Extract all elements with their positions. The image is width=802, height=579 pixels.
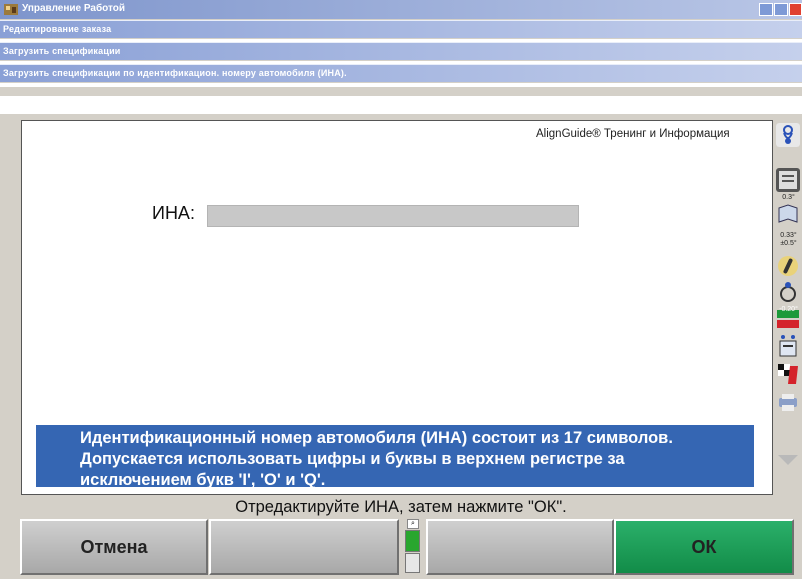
side-value-3: -0.20° xyxy=(779,306,798,313)
printer-icon[interactable] xyxy=(776,390,800,414)
breadcrumb-level-3[interactable]: Загрузить спецификации по идентификацион… xyxy=(0,64,802,82)
breadcrumb-divider xyxy=(0,83,802,87)
camber-adjust-icon[interactable] xyxy=(776,254,800,278)
side-toolbar-scroll-down-icon[interactable] xyxy=(778,455,798,465)
side-toolbar: 0.3° 0.33° ±0.5° -0.20° xyxy=(775,120,802,465)
report-print-icon[interactable] xyxy=(776,334,800,358)
breadcrumb-label: Загрузить спецификации xyxy=(3,46,121,56)
softkey-3-button[interactable] xyxy=(426,519,614,575)
help-link[interactable]: AlignGuide® Тренинг и Информация xyxy=(536,128,730,140)
window-title: Управление Работой xyxy=(22,3,126,14)
info-text: Идентификационный номер автомобиля (ИНА)… xyxy=(80,429,673,489)
status-text: Отредактируйте ИНА, затем нажмите "ОК". xyxy=(235,498,567,516)
breadcrumb-level-2[interactable]: Загрузить спецификации xyxy=(0,42,802,60)
wheel-sensor-icon[interactable] xyxy=(776,280,800,304)
close-icon[interactable] xyxy=(789,3,802,16)
ok-button[interactable]: ОК xyxy=(614,519,794,575)
window-titlebar: Управление Работой xyxy=(0,0,802,19)
cancel-button[interactable]: Отмена xyxy=(20,519,208,575)
side-value-1: 0.3° xyxy=(782,194,795,201)
page-indicator-inactive xyxy=(405,553,420,573)
side-value-2a: 0.33° xyxy=(780,232,797,239)
help-stethoscope-icon[interactable] xyxy=(776,123,800,147)
book-icon[interactable] xyxy=(776,202,800,226)
racing-flag-icon[interactable] xyxy=(776,362,800,386)
softkey-2-button[interactable] xyxy=(209,519,399,575)
maximize-icon[interactable] xyxy=(774,3,788,16)
app-icon xyxy=(4,4,18,15)
minimize-icon[interactable] xyxy=(759,3,773,16)
breadcrumb-level-1[interactable]: Редактирование заказа xyxy=(0,20,802,38)
page-indicator-active xyxy=(405,530,420,552)
side-value-2b: ±0.5° xyxy=(780,240,797,247)
specifications-icon[interactable] xyxy=(776,168,800,192)
page-indicator: ⌕ xyxy=(401,519,424,575)
vin-label: ИНА: xyxy=(152,203,195,223)
magnifier-icon: ⌕ xyxy=(407,519,419,529)
breadcrumb-label: Загрузить спецификации по идентификацион… xyxy=(3,68,347,78)
vin-input[interactable] xyxy=(207,205,579,227)
header-spacer xyxy=(0,96,802,114)
breadcrumb-label: Редактирование заказа xyxy=(3,24,112,34)
